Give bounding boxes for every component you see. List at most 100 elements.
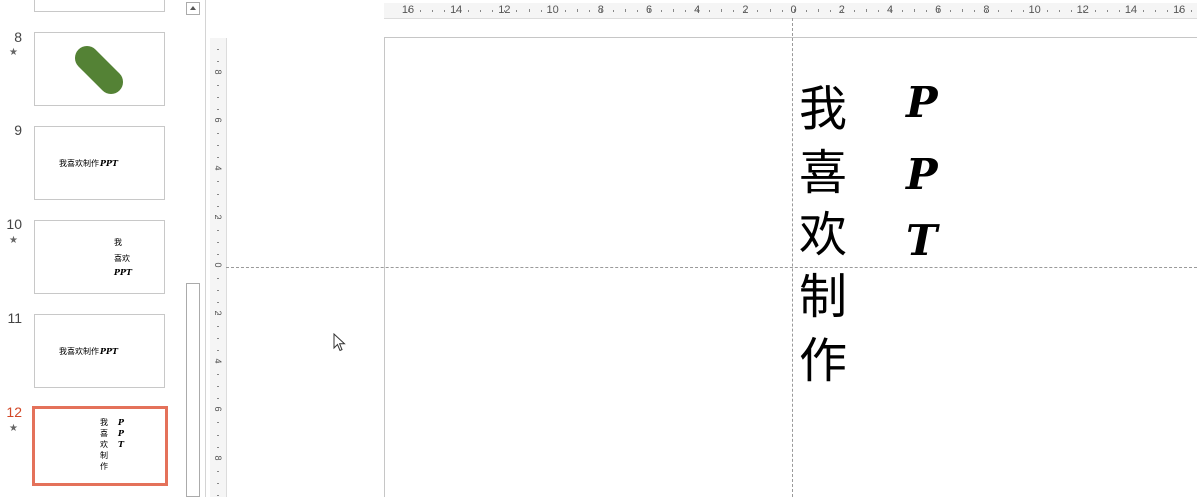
ruler-tick (217, 157, 219, 159)
thumb-ppt-text: PPT (100, 346, 118, 356)
slide-text-char[interactable]: 我 (799, 78, 847, 140)
slide-thumbnail-10[interactable]: 我 喜欢 PPT (34, 220, 165, 294)
slide-thumbnail-pane: 8 ★ 9 我喜欢制作 PPT 10 ★ 我 喜欢 PPT 11 我喜欢制作 P… (0, 0, 181, 497)
slide-thumbnail-9[interactable]: 我喜欢制作 PPT (34, 126, 165, 200)
ruler-tick (217, 193, 219, 195)
thumb-ppt-char: P (118, 428, 125, 438)
slide-text-char[interactable]: 制 (799, 266, 847, 328)
slide-thumbnail-11[interactable]: 我喜欢制作 PPT (34, 314, 165, 388)
ruler-tick (480, 10, 482, 12)
scrollbar-thumb[interactable] (186, 283, 200, 497)
slide-ppt-char[interactable]: T (906, 210, 937, 272)
ruler-tick (1179, 10, 1181, 12)
thumb-ppt-char: T (118, 439, 124, 449)
ruler-tick (420, 10, 422, 12)
ruler-tick (1094, 10, 1096, 12)
thumb-ppt-char: P (118, 417, 125, 427)
ruler-tick (217, 253, 219, 255)
ruler-label: 8 (213, 69, 223, 75)
ruler-tick (1058, 10, 1060, 12)
ruler-tick (408, 9, 409, 12)
ruler-tick (1143, 10, 1145, 12)
slide-text-char[interactable]: 欢 (799, 204, 847, 266)
ruler-tick (564, 10, 566, 12)
ruler-tick (217, 410, 219, 412)
ruler-tick (217, 434, 219, 436)
ruler-tick (685, 10, 687, 12)
ruler-tick (914, 9, 916, 12)
ruler-tick (1034, 10, 1036, 12)
ruler-tick (998, 10, 1000, 12)
ruler-label: 6 (213, 117, 223, 123)
ruler-tick (600, 9, 602, 12)
slide-thumbnail-7-partial[interactable] (34, 0, 165, 12)
ruler-tick (661, 10, 663, 12)
slide-number: 11 (7, 310, 22, 326)
ruler-tick (217, 289, 219, 291)
ruler-tick (516, 10, 518, 12)
ruler-tick (552, 9, 554, 12)
ruler-tick (709, 10, 711, 12)
ruler-tick (588, 10, 590, 12)
ruler-tick (217, 386, 219, 388)
ruler-tick (217, 458, 219, 460)
animation-star-icon: ★ (9, 47, 18, 58)
thumb-ppt-text: PPT (100, 158, 118, 168)
thumb-text: 我喜欢制作 (59, 159, 99, 168)
ruler-tick (217, 338, 219, 340)
ruler-tick (444, 10, 446, 12)
ruler-tick (217, 121, 219, 123)
ruler-tick (745, 9, 747, 12)
ruler-tick (217, 241, 219, 243)
ruler-tick (540, 10, 542, 12)
ruler-tick (1010, 10, 1012, 12)
ruler-tick (877, 10, 879, 12)
thumb-char: 制 (100, 451, 108, 460)
slide-text-char[interactable]: 作 (799, 330, 847, 392)
thumb-ppt-text: PPT (114, 267, 132, 277)
thumb-text: 喜欢 (114, 254, 130, 263)
slide-number: 10 (6, 216, 22, 232)
slide-number-selected: 12 (6, 404, 22, 420)
horizontal-ruler: 1614121086420246810121416 (384, 3, 1197, 19)
ruler-tick (721, 9, 723, 12)
ruler-tick (986, 10, 988, 12)
slide-thumbnail-12-selected[interactable]: 我 喜 欢 制 作 P P T (32, 406, 168, 486)
vertical-ruler: 8 6 4 2 0 2 4 6 8 (210, 38, 227, 497)
ruler-tick (217, 85, 219, 87)
horizontal-guide-line[interactable] (226, 267, 1197, 268)
slide-thumbnail-8[interactable] (34, 32, 165, 106)
ruler-tick (492, 10, 494, 12)
vertical-guide-line[interactable] (792, 18, 793, 497)
slide-ppt-char[interactable]: P (906, 144, 938, 206)
scroll-up-arrow-icon[interactable] (186, 2, 200, 15)
ruler-tick (1155, 10, 1157, 12)
ruler-tick (624, 9, 626, 12)
ruler-tick (217, 73, 219, 74)
ruler-tick (217, 494, 219, 496)
green-rounded-shape (70, 41, 128, 99)
thumb-char: 作 (100, 462, 108, 471)
ruler-label: 4 (213, 358, 223, 364)
ruler-label: 4 (213, 165, 223, 171)
ruler-tick (865, 9, 867, 12)
ruler-tick (612, 10, 614, 12)
thumb-text: 我喜欢制作 (59, 347, 99, 356)
ruler-label: 2 (213, 214, 223, 220)
slide-text-char[interactable]: 喜 (799, 142, 847, 204)
ruler-tick (217, 97, 219, 99)
ruler-tick (217, 301, 219, 303)
ruler-tick (829, 10, 831, 12)
thumb-text: 我 (114, 238, 122, 247)
ruler-tick (217, 277, 219, 279)
slide-ppt-char[interactable]: P (906, 72, 938, 134)
ruler-tick (217, 145, 219, 147)
ruler-tick (576, 9, 578, 12)
ruler-tick (757, 10, 759, 12)
ruler-tick (974, 10, 976, 12)
ruler-tick (217, 205, 219, 207)
ruler-tick (636, 10, 638, 12)
ruler-tick (217, 133, 219, 135)
thumb-char: 欢 (100, 440, 108, 449)
thumbnail-scrollbar[interactable] (181, 0, 206, 497)
